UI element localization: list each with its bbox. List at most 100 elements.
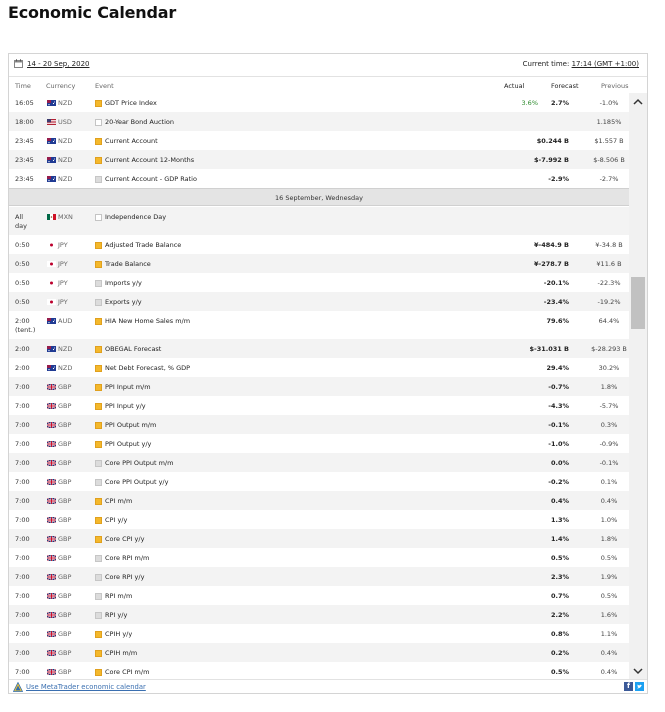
page-title: Economic Calendar: [8, 3, 177, 22]
previous-value: -2.7%: [599, 175, 619, 183]
event-name-link[interactable]: RPI y/y: [105, 611, 127, 619]
table-row[interactable]: 7:00 GBP RPI m/m 0.7% 0.5%: [9, 586, 629, 605]
table-row[interactable]: 7:00 GBP CPIH m/m 0.2% 0.4%: [9, 643, 629, 662]
currency-code: GBP: [58, 459, 72, 467]
event-name-link[interactable]: Imports y/y: [105, 279, 142, 287]
metatrader-link[interactable]: Use MetaTrader economic calendar: [13, 682, 146, 692]
event-name-link[interactable]: CPIH m/m: [105, 649, 137, 657]
event-name-link[interactable]: GDT Price Index: [105, 99, 157, 107]
forecast-value: $-7.992 B: [534, 156, 569, 164]
chevron-down-icon[interactable]: [629, 665, 647, 677]
previous-value: -1.0%: [599, 99, 619, 107]
event-time: 7:00: [15, 649, 30, 657]
scrollbar[interactable]: [629, 93, 647, 679]
table-row[interactable]: 7:00 GBP PPI Input m/m -0.7% 1.8%: [9, 377, 629, 396]
event-name-link[interactable]: Independence Day: [105, 213, 166, 221]
event-time: 23:45: [15, 156, 34, 164]
table-row[interactable]: 2:00 NZD Net Debt Forecast, % GDP 29.4% 30.2…: [9, 358, 629, 377]
currency-code: NZD: [58, 175, 73, 183]
event-name-link[interactable]: Core CPI m/m: [105, 668, 149, 676]
event-name-link[interactable]: Core CPI y/y: [105, 535, 144, 543]
table-row[interactable]: 2:00 (tent.) AUD HIA New Home Sales m/m 79.…: [9, 311, 629, 339]
metatrader-link-text: Use MetaTrader economic calendar: [26, 683, 146, 691]
table-row[interactable]: 7:00 GBP RPI y/y 2.2% 1.6%: [9, 605, 629, 624]
event-time: 7:00: [15, 402, 30, 410]
table-row[interactable]: 0:50 JPY Adjusted Trade Balance ¥-484.9 B ¥-…: [9, 235, 629, 254]
event-name-link[interactable]: PPI Output y/y: [105, 440, 151, 448]
us-flag-icon: [47, 119, 56, 125]
au-flag-icon: [47, 100, 56, 106]
table-row[interactable]: 16:05 NZD GDT Price Index 3.6% 2.7% -1.0%: [9, 93, 629, 112]
event-time: 7:00: [15, 459, 30, 467]
event-name-link[interactable]: CPIH y/y: [105, 630, 132, 638]
table-row[interactable]: 7:00 GBP Core PPI Output m/m 0.0% -0.1%: [9, 453, 629, 472]
table-row[interactable]: 23:45 NZD Current Account 12-Months $-7.992…: [9, 150, 629, 169]
forecast-value: 0.4%: [550, 497, 569, 505]
event-time: 7:00: [15, 668, 30, 676]
facebook-icon[interactable]: f: [624, 682, 633, 691]
event-name-link[interactable]: Trade Balance: [105, 260, 151, 268]
importance-indicator: [95, 317, 102, 325]
previous-value: 0.1%: [600, 478, 618, 486]
currency-code: GBP: [58, 497, 72, 505]
table-row[interactable]: 7:00 GBP CPI y/y 1.3% 1.0%: [9, 510, 629, 529]
event-time: All day: [15, 213, 27, 230]
event-name-link[interactable]: CPI m/m: [105, 497, 132, 505]
table-row[interactable]: 7:00 GBP Core RPI m/m 0.5% 0.5%: [9, 548, 629, 567]
table-row[interactable]: 18:00 USD 20-Year Bond Auction 1.185%: [9, 112, 629, 131]
event-time: 7:00: [15, 383, 30, 391]
gb-flag-icon: [47, 384, 56, 390]
event-name-link[interactable]: PPI Input y/y: [105, 402, 146, 410]
table-row[interactable]: 7:00 GBP Core RPI y/y 2.3% 1.9%: [9, 567, 629, 586]
event-name-link[interactable]: HIA New Home Sales m/m: [105, 317, 190, 325]
previous-value: -0.9%: [599, 440, 619, 448]
scrollbar-thumb[interactable]: [631, 277, 645, 329]
event-time: 18:00: [15, 118, 34, 126]
gb-flag-icon: [47, 669, 56, 675]
event-name-link[interactable]: PPI Output m/m: [105, 421, 156, 429]
forecast-value: -0.2%: [548, 478, 569, 486]
event-name-link[interactable]: Net Debt Forecast, % GDP: [105, 364, 190, 372]
event-name-link[interactable]: OBEGAL Forecast: [105, 345, 161, 353]
table-row[interactable]: 2:00 NZD OBEGAL Forecast $-31.031 B $-28.293…: [9, 339, 629, 358]
table-row[interactable]: 7:00 GBP Core PPI Output y/y -0.2% 0.1%: [9, 472, 629, 491]
table-row[interactable]: 7:00 GBP CPI m/m 0.4% 0.4%: [9, 491, 629, 510]
previous-value: -0.1%: [599, 459, 619, 467]
table-row[interactable]: All day MXN Independence Day: [9, 207, 629, 235]
table-row[interactable]: 7:00 GBP PPI Input y/y -4.3% -5.7%: [9, 396, 629, 415]
table-row[interactable]: 7:00 GBP PPI Output y/y -1.0% -0.9%: [9, 434, 629, 453]
table-row[interactable]: 23:45 NZD Current Account - GDP Ratio -2.9%…: [9, 169, 629, 188]
forecast-value: $0.244 B: [536, 137, 569, 145]
event-name-link[interactable]: Core PPI Output y/y: [105, 478, 168, 486]
current-time-value[interactable]: 17:14 (GMT +1:00): [572, 60, 639, 68]
event-name-link[interactable]: 20-Year Bond Auction: [105, 118, 174, 126]
event-name-link[interactable]: Core RPI y/y: [105, 573, 144, 581]
table-row[interactable]: 23:45 NZD Current Account $0.244 B $1.557 B: [9, 131, 629, 150]
previous-value: 0.5%: [600, 554, 618, 562]
table-row[interactable]: 7:00 GBP Core CPI m/m 0.5% 0.4%: [9, 662, 629, 679]
date-range-picker[interactable]: 14 - 20 Sep, 2020: [14, 59, 89, 68]
event-name-link[interactable]: Core PPI Output m/m: [105, 459, 173, 467]
event-name-link[interactable]: CPI y/y: [105, 516, 127, 524]
event-name-link[interactable]: RPI m/m: [105, 592, 132, 600]
table-row[interactable]: 7:00 GBP Core CPI y/y 1.4% 1.8%: [9, 529, 629, 548]
event-name-link[interactable]: Current Account: [105, 137, 158, 145]
event-name-link[interactable]: Current Account - GDP Ratio: [105, 175, 197, 183]
chevron-up-icon[interactable]: [629, 97, 647, 107]
events-table: 16:05 NZD GDT Price Index 3.6% 2.7% -1.0% 18:0…: [9, 93, 629, 679]
event-name-link[interactable]: Exports y/y: [105, 298, 142, 306]
table-row[interactable]: 0:50 JPY Imports y/y -20.1% -22.3%: [9, 273, 629, 292]
event-name-link[interactable]: Core RPI m/m: [105, 554, 149, 562]
event-name-link[interactable]: PPI Input m/m: [105, 383, 151, 391]
table-row[interactable]: 7:00 GBP PPI Output m/m -0.1% 0.3%: [9, 415, 629, 434]
table-row[interactable]: 7:00 GBP CPIH y/y 0.8% 1.1%: [9, 624, 629, 643]
currency-code: GBP: [58, 516, 72, 524]
previous-value: ¥11.6 B: [596, 260, 622, 268]
table-row[interactable]: 0:50 JPY Trade Balance ¥-278.7 B ¥11.6 B: [9, 254, 629, 273]
currency-code: NZD: [58, 364, 73, 372]
event-name-link[interactable]: Current Account 12-Months: [105, 156, 194, 164]
table-row[interactable]: 0:50 JPY Exports y/y -23.4% -19.2%: [9, 292, 629, 311]
col-event: Event: [95, 82, 114, 90]
event-name-link[interactable]: Adjusted Trade Balance: [105, 241, 181, 249]
twitter-icon[interactable]: [635, 682, 644, 691]
